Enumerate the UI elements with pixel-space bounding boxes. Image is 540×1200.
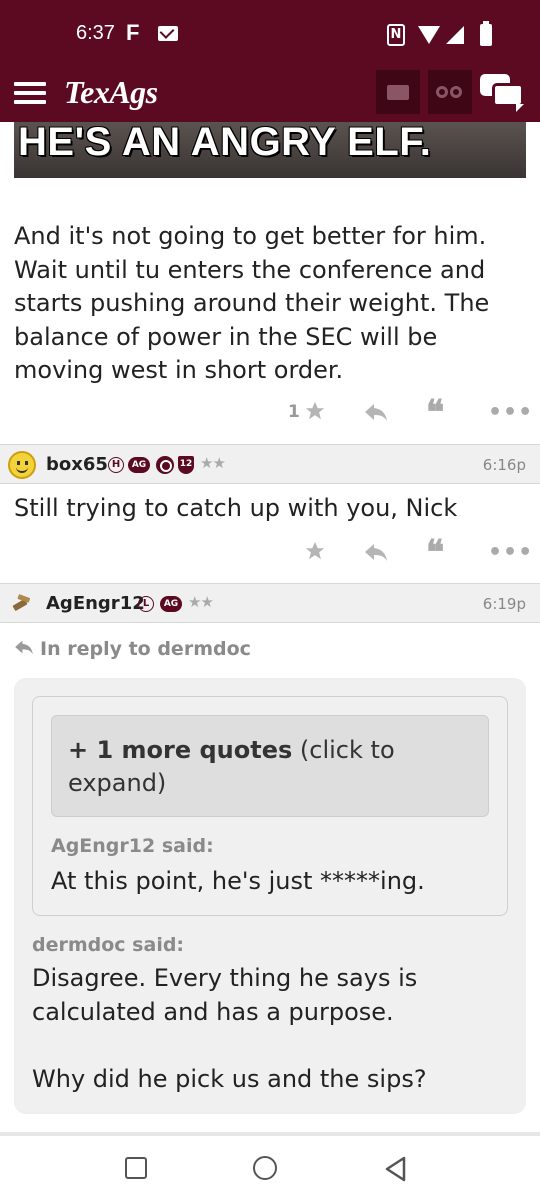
badge-ag: AG [160,596,182,612]
more-quotes-count: + 1 more quotes [68,736,293,764]
system-nav-bar [0,1136,540,1200]
post-actions: ❝ ••• [0,536,540,570]
expand-more-quotes-button[interactable]: + 1 more quotes (click to expand) [51,715,489,817]
chat-icon[interactable] [480,74,526,112]
in-reply-to-text: In reply to dermdoc [40,638,251,660]
more-options-icon[interactable]: ••• [488,540,533,565]
quote-block: + 1 more quotes (click to expand) AgEngr… [14,678,526,1114]
reply-icon[interactable] [364,402,388,422]
reply-arrow-icon [14,638,34,660]
quote-text: Disagree. Every thing he says is calcula… [32,962,502,1096]
username[interactable]: AgEngr12 [46,593,145,614]
gif-caption: HE'S AN ANGRY ELF. [18,122,432,164]
quote-author: dermdoc said: [32,934,185,956]
star-icon[interactable] [304,400,326,422]
user-rating-stars: ★★ [188,593,214,611]
menu-icon[interactable] [14,80,46,106]
quote-paragraph: Why did he pick us and the sips? [32,1064,427,1093]
reply-icon[interactable] [364,542,388,562]
status-time: 6:37 [76,22,115,44]
texags-logo[interactable]: TexAgs [64,74,158,111]
more-options-icon[interactable]: ••• [488,400,533,425]
user-avatar-smiley-icon[interactable] [8,451,36,479]
post-body-text: Still trying to catch up with you, Nick [14,494,458,522]
post-user-row: AgEngr12 L AG ★★ 6:19p [0,583,540,623]
quote-text: At this point, he's just *****ing. [51,867,425,895]
post-time: 6:19p [482,595,526,613]
post-time: 6:16p [482,456,526,474]
badge-seal-icon [156,456,174,474]
badge-12: 12 [178,456,194,474]
star-icon[interactable] [304,540,326,562]
notification-f-icon: F [126,20,140,45]
wifi-icon [418,26,440,44]
notification-mail-icon [158,26,178,41]
quote-author: AgEngr12 said: [51,835,214,857]
quote-icon[interactable]: ❝ [426,536,444,570]
user-avatar-tools-icon[interactable] [10,592,34,616]
binoculars-icon[interactable] [428,70,472,114]
status-bar: 6:37 F N [0,0,540,70]
user-rating-stars: ★★ [200,454,226,472]
username[interactable]: box65 [46,454,108,475]
quote-icon[interactable]: ❝ [426,396,444,430]
badge-ag: AG [128,457,150,473]
star-count: 1 [288,402,300,422]
back-icon[interactable] [384,1156,408,1186]
badge-h: H [108,457,124,473]
quote-paragraph: Disagree. Every thing he says is calcula… [32,964,418,1026]
app-header: TexAgs [0,70,540,122]
mail-icon[interactable] [376,70,420,114]
post-body-text: And it's not going to get better for him… [14,222,490,384]
recent-apps-icon[interactable] [125,1157,147,1179]
post-gif-image[interactable]: HE'S AN ANGRY ELF. [14,122,526,178]
badge-l: L [138,596,154,612]
battery-icon [480,21,492,46]
nested-quote-block: + 1 more quotes (click to expand) AgEngr… [32,696,508,916]
in-reply-to-link[interactable]: In reply to dermdoc [14,638,251,660]
post-actions: 1 ❝ ••• [0,396,540,430]
signal-icon [446,26,464,44]
nfc-icon: N [387,24,405,46]
post-user-row: box65 H AG 12 ★★ 6:16p [0,444,540,484]
home-icon[interactable] [253,1156,277,1180]
